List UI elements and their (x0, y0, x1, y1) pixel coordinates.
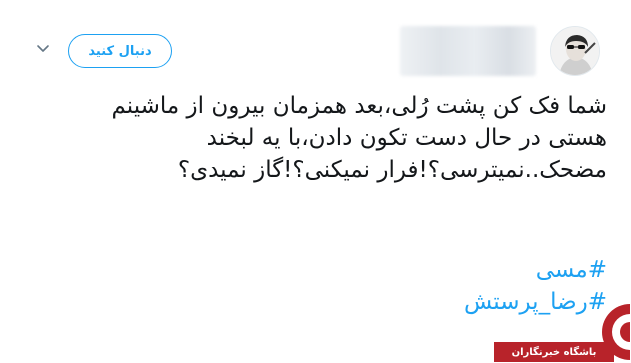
follow-button[interactable]: دنبال کنید (68, 34, 172, 68)
tweet-text: شما فک کن پشت رُلی،بعد همزمان بیرون از م… (111, 93, 607, 183)
tweet-header: دنبال کنید (30, 20, 606, 80)
avatar[interactable] (550, 26, 600, 76)
blurred-username[interactable] (400, 26, 536, 76)
watermark-emblem-icon (602, 304, 630, 360)
hashtag-link[interactable]: #مسی (307, 254, 607, 286)
chevron-down-icon[interactable] (36, 40, 50, 54)
watermark-logo: باشگاه خبرنگاران (494, 302, 631, 363)
tweet-card: دنبال کنید شما فک کن پشت رُلی،بعد همزمان… (0, 0, 631, 363)
